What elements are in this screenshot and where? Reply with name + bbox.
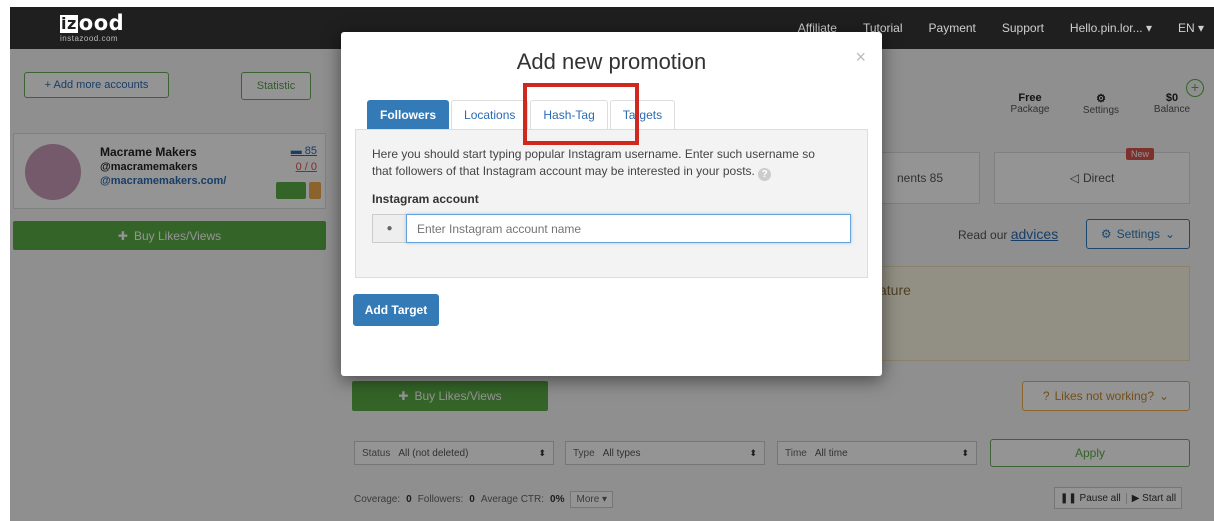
instagram-account-label: Instagram account: [372, 192, 479, 206]
add-target-button[interactable]: Add Target: [353, 294, 439, 326]
panel-description-text: Here you should start typing popular Ins…: [372, 147, 815, 178]
close-icon[interactable]: ×: [855, 47, 866, 68]
instagram-account-group: ●: [372, 214, 851, 243]
logo-subtitle: instazood.com: [60, 34, 119, 43]
nav-language[interactable]: EN ▾: [1178, 21, 1204, 35]
nav-support[interactable]: Support: [1002, 21, 1044, 35]
tab-locations[interactable]: Locations: [451, 100, 529, 129]
help-icon[interactable]: ?: [758, 168, 772, 181]
at-icon: ●: [372, 214, 406, 243]
instagram-account-input[interactable]: [406, 214, 851, 243]
tab-followers[interactable]: Followers: [367, 100, 450, 129]
nav-user-menu[interactable]: Hello.pin.lor... ▾: [1070, 21, 1152, 35]
logo-mark: iz: [60, 14, 78, 33]
logo-text: ood: [78, 11, 125, 35]
hashtag-highlight-box: [523, 83, 639, 145]
logo[interactable]: izood instazood.com: [60, 13, 124, 43]
panel-description: Here you should start typing popular Ins…: [372, 146, 838, 181]
followers-panel: Here you should start typing popular Ins…: [355, 129, 868, 278]
modal-title: Add new promotion: [516, 49, 707, 74]
nav-payment[interactable]: Payment: [929, 21, 976, 35]
